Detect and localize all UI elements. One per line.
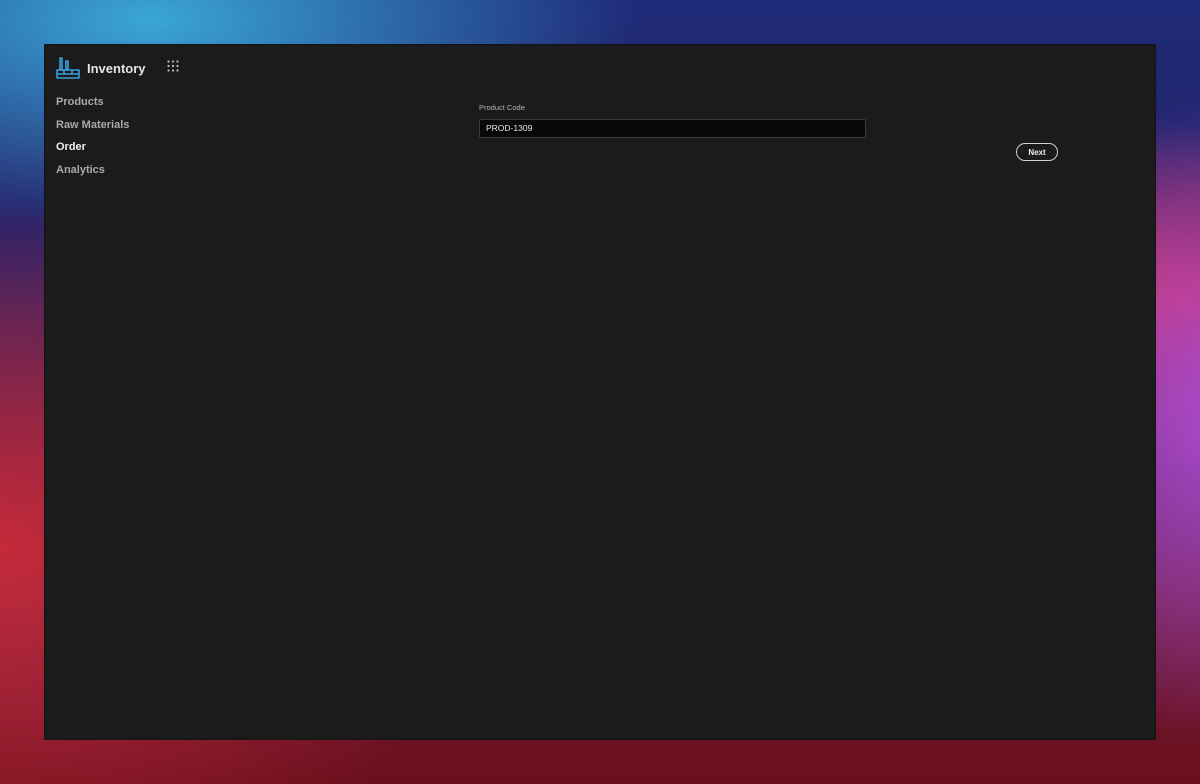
brand: Inventory <box>56 56 146 80</box>
grid-dots-icon[interactable] <box>166 59 180 73</box>
sidebar-item-raw-materials[interactable]: Raw Materials <box>56 118 129 141</box>
sidebar-item-order[interactable]: Order <box>56 140 129 163</box>
product-code-field: Product Code <box>479 103 866 138</box>
sidebar-item-products[interactable]: Products <box>56 95 129 118</box>
sidebar-nav: Products Raw Materials Order Analytics <box>56 95 129 185</box>
next-button[interactable]: Next <box>1016 143 1058 161</box>
factory-icon <box>56 57 80 79</box>
product-code-input[interactable] <box>479 118 866 138</box>
app-title: Inventory <box>87 60 146 76</box>
product-code-label: Product Code <box>479 103 525 112</box>
app-window: Inventory Products Raw Materials Order A… <box>45 45 1155 739</box>
sidebar-item-analytics[interactable]: Analytics <box>56 163 129 186</box>
sidebar: Inventory Products Raw Materials Order A… <box>45 45 245 739</box>
